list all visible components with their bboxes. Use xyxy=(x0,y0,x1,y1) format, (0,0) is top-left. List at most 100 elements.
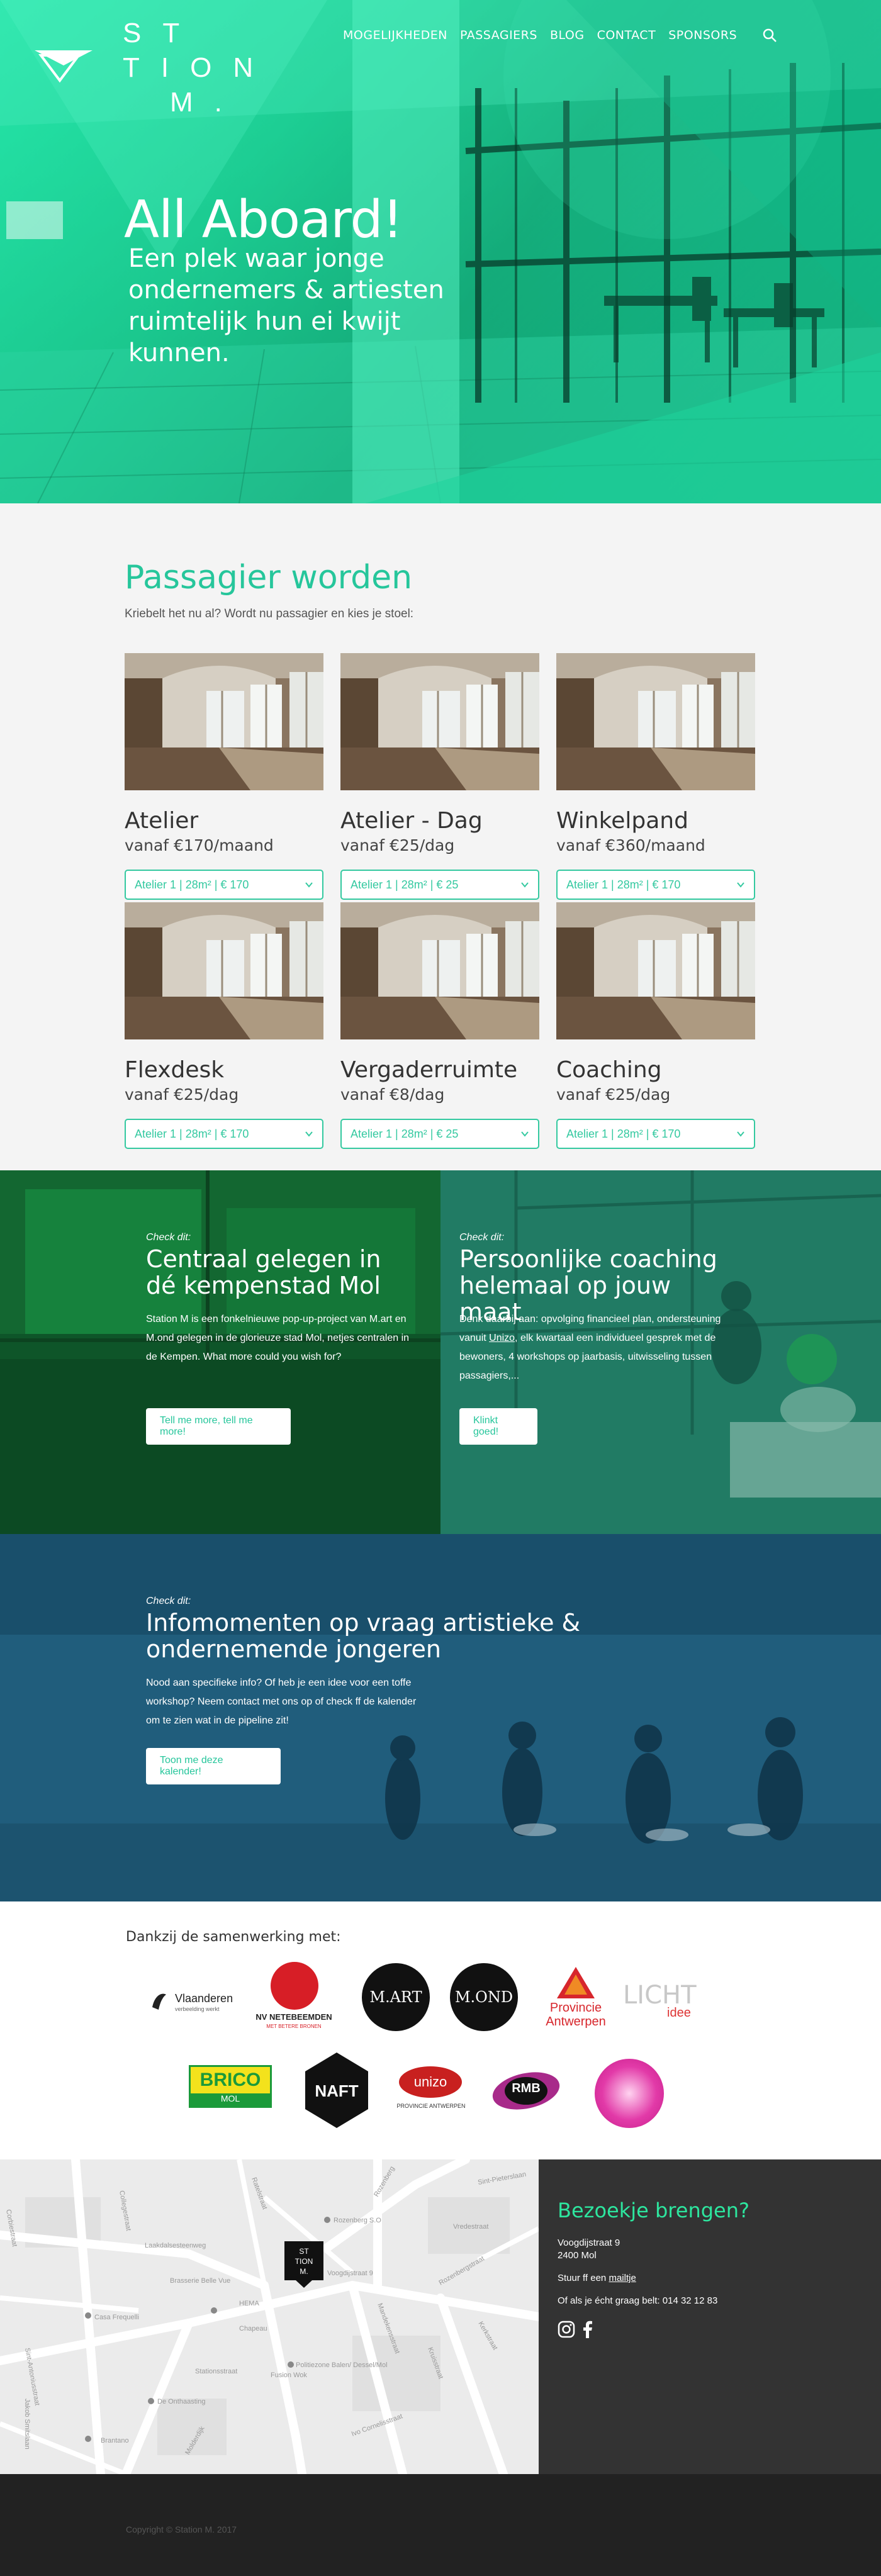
station-m-logo[interactable]: ST TION M. xyxy=(35,18,253,131)
card-price: vanaf €360/maand xyxy=(556,836,705,854)
main-nav: MOGELIJKHEDEN PASSAGIERS BLOG CONTACT SP… xyxy=(343,28,777,43)
svg-text:M.: M. xyxy=(300,2267,308,2276)
passagier-section: Passagier worden Kriebelt het nu al? Wor… xyxy=(0,503,881,1170)
nav-item-sponsors[interactable]: SPONSORS xyxy=(668,28,737,42)
mart-logo[interactable]: M.ART xyxy=(362,1963,430,2031)
map-label-politiezone: Politiezone Balen/ Dessel/Mol xyxy=(296,2361,388,2369)
card-title: Atelier - Dag xyxy=(340,808,483,834)
card-title: Atelier xyxy=(125,808,199,834)
card-price: vanaf €25/dag xyxy=(556,1085,671,1104)
map-label-casa: Casa Frequelli xyxy=(94,2314,139,2321)
room-photo[interactable] xyxy=(556,902,755,1039)
map-label-brantano: Brantano xyxy=(101,2437,129,2444)
provincie-antwerpen-logo[interactable]: Provincie Antwerpen xyxy=(535,1967,617,2036)
rmb-logo[interactable]: RMB xyxy=(491,2070,561,2112)
nav-item-contact[interactable]: CONTACT xyxy=(597,28,656,42)
map-label-rozenberg-so: Rozenberg S.O xyxy=(334,2217,381,2224)
unizo-logo[interactable]: unizo PROVINCIE ANTWERPEN xyxy=(390,2066,472,2117)
visit-mail-pre: Stuur ff een xyxy=(558,2273,609,2283)
passagier-subtitle: Kriebelt het nu al? Wordt nu passagier e… xyxy=(125,607,414,620)
location-map[interactable]: Rozenberg S.O Rozenberg Laakdalsesteenwe… xyxy=(0,2159,539,2474)
lichtidee-logo[interactable]: LICHT idee xyxy=(623,1981,705,2025)
search-icon[interactable] xyxy=(762,28,777,43)
map-label-chapeau: Chapeau xyxy=(239,2325,267,2332)
visit-mail-line: Stuur ff een mailtje xyxy=(558,2273,636,2283)
map-label-hema: HEMA xyxy=(239,2300,259,2307)
map-label-brasserie: Brasserie Belle Vue xyxy=(170,2277,230,2285)
card-price: vanaf €8/dag xyxy=(340,1085,445,1104)
room-select-value: Atelier 1 | 28m² | € 170 xyxy=(566,1127,681,1140)
visit-address-line2: 2400 Mol xyxy=(558,2250,597,2261)
map-label-onthaasting: De Onthaasting xyxy=(157,2398,205,2405)
map-label-laakdalsesteenweg: Laakdalsesteenweg xyxy=(145,2242,206,2249)
room-select[interactable]: Atelier 1 | 28m² | € 170 xyxy=(556,870,755,900)
infomomenten-body: Nood aan specifieke info? Of heb je een … xyxy=(146,1677,417,1726)
room-select[interactable]: Atelier 1 | 28m² | € 170 xyxy=(125,1119,323,1149)
toon-kalender-button[interactable]: Toon me deze kalender! xyxy=(146,1748,281,1784)
passagier-card: Winkelpand vanaf €360/maand Atelier 1 | 28… xyxy=(556,653,755,900)
facebook-icon[interactable] xyxy=(581,2321,593,2338)
room-photo[interactable] xyxy=(125,653,323,790)
visit-title: Bezoekje brengen? xyxy=(558,2198,749,2222)
passagier-card: Atelier - Dag vanaf €25/dag Atelier 1 | 28… xyxy=(340,653,539,900)
room-photo[interactable] xyxy=(340,902,539,1039)
room-select-value: Atelier 1 | 28m² | € 25 xyxy=(351,1127,459,1140)
room-select[interactable]: Atelier 1 | 28m² | € 25 xyxy=(340,1119,539,1149)
feature-coaching-kicker: Check dit: xyxy=(459,1232,505,1243)
footer: Copyright © Station M. 2017 xyxy=(0,2474,881,2576)
passagier-card: Atelier vanaf €170/maand Atelier 1 | 28m² … xyxy=(125,653,323,900)
infomomenten-photo xyxy=(0,1534,881,1901)
feature-coaching-body: Denk daarbij aan: opvolging financieel p… xyxy=(459,1310,724,1386)
passagier-title: Passagier worden xyxy=(125,559,413,596)
feature-central-title: Centraal gelegen in dé kempenstad Mol xyxy=(146,1245,381,1299)
mail-link[interactable]: mailtje xyxy=(609,2273,636,2283)
pink-circle-logo[interactable] xyxy=(595,2059,664,2128)
chevron-down-icon xyxy=(305,882,313,888)
chevron-down-icon xyxy=(737,882,744,888)
nav-item-mogelijkheden[interactable]: MOGELIJKHEDEN xyxy=(343,28,447,42)
map-label-vredestraat: Vredestraat xyxy=(453,2223,488,2231)
logo-row-1: ST xyxy=(123,18,201,48)
feature-central: Check dit: Centraal gelegen in dé kempen… xyxy=(0,1170,441,1534)
klinkt-goed-button[interactable]: Klinkt goed! xyxy=(459,1408,537,1445)
card-title: Winkelpand xyxy=(556,808,688,834)
vlaanderen-logo[interactable]: Vlaanderen verbeelding werkt xyxy=(150,1983,244,2021)
feature-coaching: Check dit: Persoonlijke coaching helemaa… xyxy=(441,1170,881,1534)
mond-logo[interactable]: M.OND xyxy=(450,1963,518,2031)
card-title: Coaching xyxy=(556,1057,662,1083)
visit-phone-line: Of als je écht graag belt: 014 32 12 83 xyxy=(558,2295,718,2306)
room-photo[interactable] xyxy=(340,653,539,790)
feature-central-body: Station M is een fonkelnieuwe pop-up-pro… xyxy=(146,1314,410,1362)
map-label-stationsstraat: Stationsstraat xyxy=(195,2368,237,2375)
room-select[interactable]: Atelier 1 | 28m² | € 170 xyxy=(556,1119,755,1149)
room-select-value: Atelier 1 | 28m² | € 170 xyxy=(135,1127,249,1140)
room-select-value: Atelier 1 | 28m² | € 25 xyxy=(351,878,459,891)
room-photo[interactable] xyxy=(125,902,323,1039)
card-price: vanaf €25/dag xyxy=(125,1085,239,1104)
nav-item-blog[interactable]: BLOG xyxy=(550,28,585,42)
tell-me-more-button[interactable]: Tell me more, tell me more! xyxy=(146,1408,291,1445)
chevron-down-icon xyxy=(521,882,529,888)
nav-item-passagiers[interactable]: PASSAGIERS xyxy=(460,28,537,42)
infomomenten-section: Check dit: Infomomenten op vraag artisti… xyxy=(0,1534,881,1901)
unizo-link[interactable]: Unizo xyxy=(489,1333,515,1343)
room-select-value: Atelier 1 | 28m² | € 170 xyxy=(566,878,681,891)
room-select[interactable]: Atelier 1 | 28m² | € 170 xyxy=(125,870,323,900)
brico-logo[interactable]: BRICO MOL xyxy=(189,2065,272,2108)
partners-section: Dankzij de samenwerking met: Vlaanderen … xyxy=(0,1901,881,2159)
map-label-fusion-wok: Fusion Wok xyxy=(271,2372,307,2379)
chevron-down-icon xyxy=(737,1131,744,1137)
hero-title: All Aboard! xyxy=(124,190,403,250)
room-select[interactable]: Atelier 1 | 28m² | € 25 xyxy=(340,870,539,900)
partners-title: Dankzij de samenwerking met: xyxy=(126,1929,341,1945)
chevron-down-icon xyxy=(305,1131,313,1137)
map-label-jakob-smitslaan: Jakob Smitslaan xyxy=(23,2399,31,2450)
chevron-down-icon xyxy=(521,1131,529,1137)
instagram-icon[interactable] xyxy=(558,2321,575,2338)
logo-row-2: TION xyxy=(123,52,275,83)
room-photo[interactable] xyxy=(556,653,755,790)
netebeemden-logo[interactable]: NV NETEBEEMDEN MET BETERE BRONEN xyxy=(253,1962,335,2036)
visit-panel: Bezoekje brengen? Voogdijstraat 9 2400 M… xyxy=(539,2159,881,2474)
naft-logo[interactable]: NAFT xyxy=(302,2052,371,2128)
feature-central-kicker: Check dit: xyxy=(146,1232,191,1243)
